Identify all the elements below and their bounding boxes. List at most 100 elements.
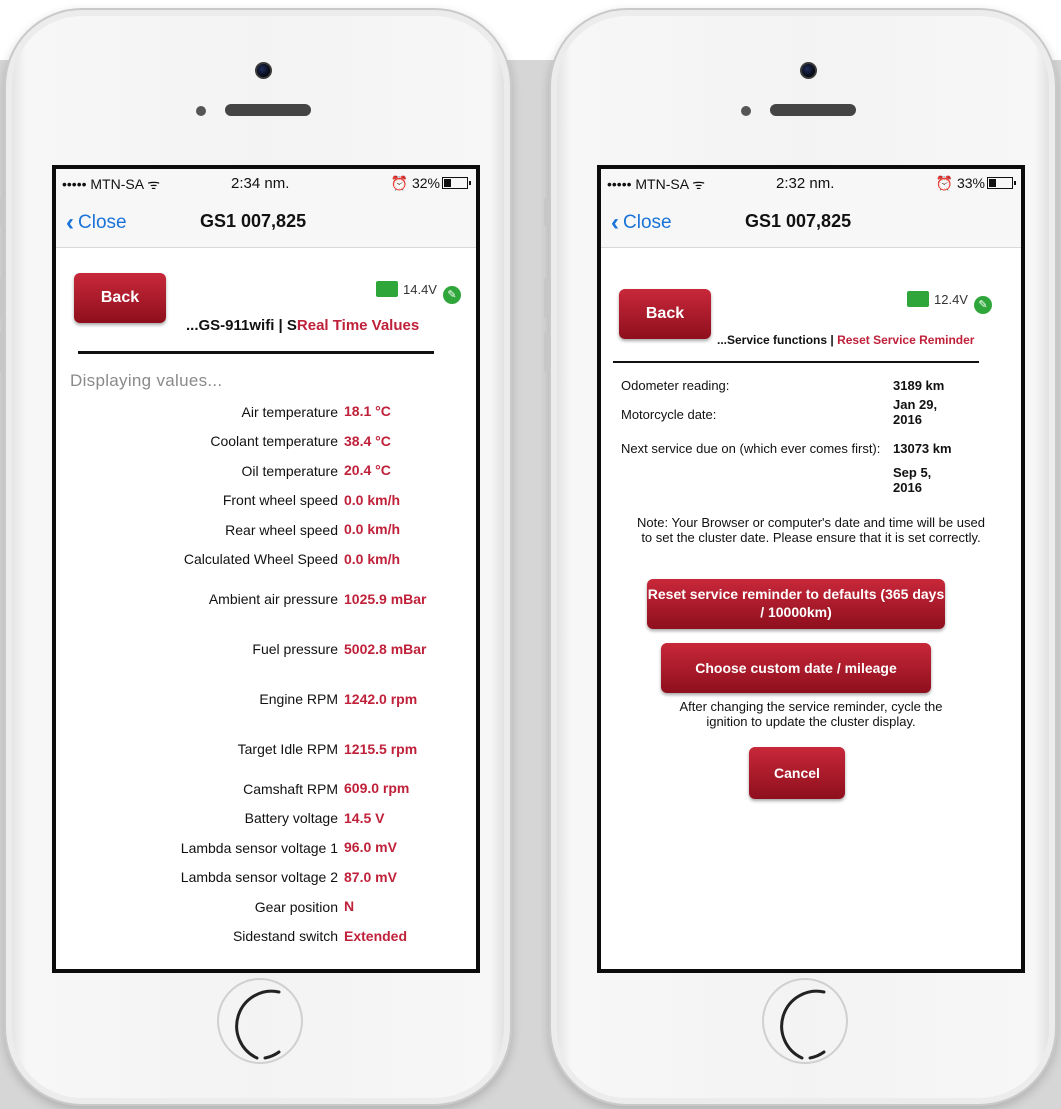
alarm-icon: ⏰ — [390, 175, 409, 191]
rt-value-row: Battery voltage 14.5 V — [56, 804, 476, 834]
rt-value-row: Fuel pressure 5002.8 mBar — [56, 624, 476, 674]
odometer-label: Odometer reading: — [621, 378, 730, 393]
motorcycle-date-label: Motorcycle date: — [621, 407, 717, 422]
rt-value-label: Coolant temperature — [210, 433, 338, 450]
rt-value-reading: 0.0 km/h — [344, 521, 401, 538]
volume-down-button — [544, 332, 550, 372]
cancel-button[interactable]: Cancel — [749, 747, 845, 799]
rt-value-row: Coolant temperature 38.4 °C — [56, 427, 476, 457]
next-service-km: 13073 km — [893, 441, 952, 456]
loading-spinner-icon — [780, 989, 826, 1060]
screen-service-reminder: ••••• MTN-SA ᯤ 2:32 nm. ⏰ 33% ‹ Close GS1… — [597, 165, 1025, 973]
earpiece-speaker — [225, 104, 311, 116]
motorcycle-date-value: Jan 29, 2016 — [893, 397, 938, 427]
odometer-value: 3189 km — [893, 378, 945, 393]
rt-value-label: Front wheel speed — [222, 492, 338, 509]
earpiece-speaker — [770, 104, 856, 116]
rt-value-reading: 20.4 °C — [344, 462, 391, 479]
clock: 2:34 nm. — [231, 175, 290, 192]
page-title: GS1 007,825 — [745, 211, 852, 231]
rt-value-label: Gear position — [254, 898, 338, 915]
home-button[interactable] — [762, 978, 848, 1064]
rt-value-row: Target Idle RPM 1215.5 rpm — [56, 724, 476, 774]
rt-value-label: Camshaft RPM — [243, 780, 338, 797]
rt-value-label: Calculated Wheel Speed — [183, 551, 338, 568]
real-time-values-list: Air temperature 18.1 °C Coolant temperatur… — [56, 397, 476, 951]
nav-bar: ‹ Close GS1 007,825 — [56, 195, 476, 248]
home-button[interactable] — [217, 978, 303, 1064]
mute-switch — [544, 198, 550, 226]
proximity-sensor — [196, 106, 206, 116]
breadcrumb: ...Service functions | Reset Service Rem… — [717, 333, 975, 347]
date-note: Note: Your Browser or computer's date an… — [637, 515, 985, 545]
battery-icon — [987, 177, 1016, 189]
rt-value-row: Sidestand switch Extended — [56, 922, 476, 952]
rt-value-label: Air temperature — [241, 403, 338, 420]
rt-value-reading: 5002.8 mBar — [344, 640, 427, 657]
breadcrumb: ...GS-911wifi | SReal Time Values — [186, 317, 420, 334]
rt-value-label: Engine RPM — [259, 691, 338, 707]
rt-value-label: Battery voltage — [244, 810, 338, 827]
page-title: GS1 007,825 — [200, 211, 307, 231]
volume-up-button — [544, 278, 550, 318]
proximity-sensor — [741, 106, 751, 116]
chevron-left-icon: ‹ — [66, 209, 74, 236]
mute-switch — [0, 198, 5, 226]
rt-value-label: Lambda sensor voltage 2 — [180, 869, 338, 886]
custom-date-mileage-button[interactable]: Choose custom date / mileage — [661, 643, 931, 693]
nav-bar: ‹ Close GS1 007,825 — [601, 195, 1021, 248]
reset-defaults-button[interactable]: Reset service reminder to defaults (365 … — [647, 579, 945, 629]
status-bar: ••••• MTN-SA ᯤ 2:32 nm. ⏰ 33% — [601, 169, 1021, 195]
rt-value-label: Target Idle RPM — [237, 741, 338, 757]
divider — [613, 361, 979, 363]
screen-real-time-values: ••••• MTN-SA ᯤ 2:34 nm. ⏰ 32% ‹ Close GS1… — [52, 165, 480, 973]
rt-value-reading: 38.4 °C — [344, 432, 391, 449]
rt-value-row: Front wheel speed 0.0 km/h — [56, 486, 476, 516]
after-change-note: After changing the service reminder, cyc… — [679, 699, 943, 729]
rt-value-row: Gear position N — [56, 892, 476, 922]
next-service-date: Sep 5, 2016 — [893, 465, 932, 495]
status-bar: ••••• MTN-SA ᯤ 2:34 nm. ⏰ 32% — [56, 169, 476, 195]
back-button[interactable]: Back — [619, 289, 711, 339]
edit-pencil-icon[interactable]: ✎ — [973, 296, 992, 314]
rt-value-reading: 18.1 °C — [344, 403, 391, 420]
close-button[interactable]: ‹ Close — [66, 209, 127, 237]
rt-value-reading: 1215.5 rpm — [344, 740, 418, 757]
rt-value-reading: 87.0 mV — [344, 868, 397, 885]
rt-value-label: Ambient air pressure — [208, 591, 338, 607]
voltage-indicator: 12.4V ✎ — [907, 291, 992, 314]
close-button[interactable]: ‹ Close — [611, 209, 672, 237]
battery-status: ⏰ 33% — [936, 175, 1016, 192]
rt-value-row: Ambient air pressure 1025.9 mBar — [56, 574, 476, 624]
rt-value-reading: 0.0 km/h — [344, 491, 401, 508]
rt-value-reading: 14.5 V — [344, 809, 385, 826]
rt-value-row: Lambda sensor voltage 1 96.0 mV — [56, 833, 476, 863]
carrier: ••••• MTN-SA ᯤ — [62, 176, 160, 192]
phone-right: ••••• MTN-SA ᯤ 2:32 nm. ⏰ 33% ‹ Close GS1… — [544, 8, 1057, 1106]
rt-value-reading: 1242.0 rpm — [344, 690, 418, 707]
rt-value-row: Lambda sensor voltage 2 87.0 mV — [56, 863, 476, 893]
wifi-icon: ᯤ — [147, 176, 160, 192]
volume-up-button — [0, 278, 5, 318]
battery-status: ⏰ 32% — [390, 175, 471, 192]
rt-value-label: Lambda sensor voltage 1 — [180, 839, 338, 856]
rt-value-row: Rear wheel speed 0.0 km/h — [56, 515, 476, 545]
rt-value-row: Engine RPM 1242.0 rpm — [56, 674, 476, 724]
voltage-indicator: 14.4V ✎ — [376, 281, 461, 304]
rt-value-reading: 96.0 mV — [344, 839, 397, 856]
car-battery-icon — [376, 281, 398, 297]
rt-value-row: Camshaft RPM 609.0 rpm — [56, 774, 476, 804]
rt-value-label: Sidestand switch — [232, 928, 338, 945]
front-camera — [255, 62, 272, 79]
rt-value-reading: Extended — [344, 927, 408, 944]
phone-left: ••••• MTN-SA ᯤ 2:34 nm. ⏰ 32% ‹ Close GS1… — [0, 8, 512, 1106]
divider — [78, 351, 434, 354]
volume-down-button — [0, 332, 5, 372]
clock: 2:32 nm. — [776, 175, 835, 192]
rt-value-row: Oil temperature 20.4 °C — [56, 456, 476, 486]
rt-value-reading: 0.0 km/h — [344, 550, 401, 567]
back-button[interactable]: Back — [74, 273, 166, 323]
rt-value-label: Fuel pressure — [252, 641, 338, 657]
rt-value-reading: 609.0 rpm — [344, 780, 410, 797]
edit-pencil-icon[interactable]: ✎ — [442, 286, 461, 304]
